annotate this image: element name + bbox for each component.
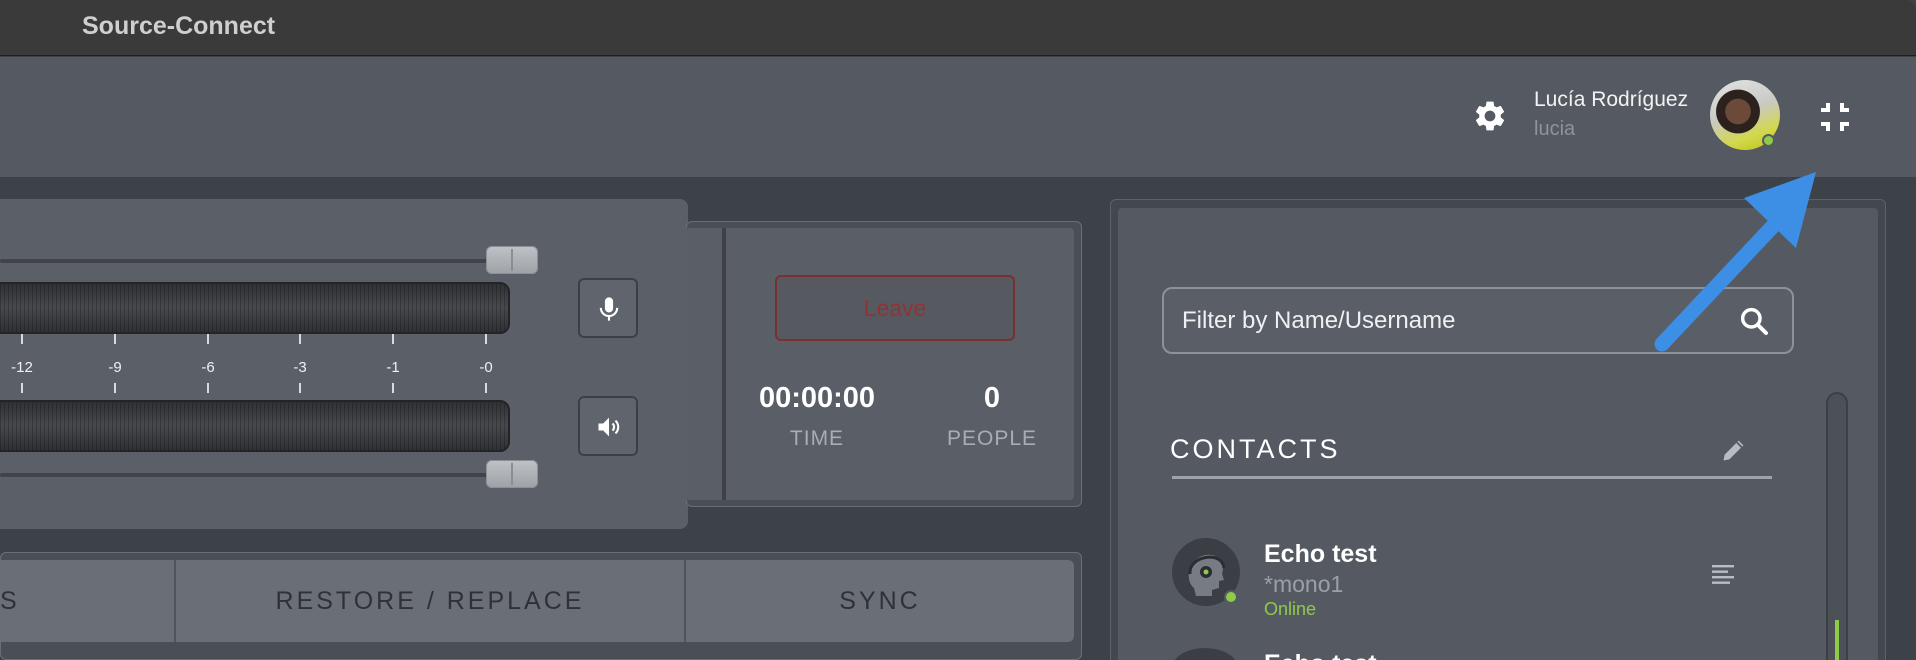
header-bar	[0, 57, 1916, 177]
meter-tick: -1	[373, 334, 413, 393]
tab-sync[interactable]: SYNC	[686, 560, 1074, 642]
app-title: Source-Connect	[82, 12, 276, 40]
meter-tick: -6	[188, 334, 228, 393]
input-level-meter	[0, 282, 510, 334]
speaker-icon	[598, 417, 620, 437]
session-panel-left	[686, 228, 722, 500]
contact-search[interactable]	[1162, 287, 1794, 354]
scrollbar-indicator	[1835, 620, 1839, 660]
output-gain-track[interactable]	[0, 473, 500, 477]
pencil-icon[interactable]	[1720, 436, 1748, 464]
input-gain-slider[interactable]	[486, 246, 538, 274]
online-status-dot	[1762, 134, 1775, 147]
people-count-label: PEOPLE	[946, 427, 1038, 450]
session-stats	[722, 228, 1074, 500]
user-handle: lucia	[1534, 118, 1576, 140]
microphone-button[interactable]	[578, 278, 638, 338]
meter-tick: -0	[466, 334, 506, 393]
exit-fullscreen-icon[interactable]	[1818, 100, 1852, 134]
contacts-heading: CONTACTS	[1170, 434, 1341, 464]
title-bar: Source-Connect	[0, 0, 1916, 56]
details-icon[interactable]	[1710, 562, 1736, 586]
search-icon[interactable]	[1738, 305, 1770, 337]
tab-partial[interactable]: S	[0, 560, 176, 642]
gear-icon[interactable]	[1472, 98, 1508, 134]
user-name: Lucía Rodríguez	[1534, 88, 1689, 111]
contact-username: *mono1	[1264, 571, 1344, 597]
meter-tick: -3	[280, 334, 320, 393]
contact-online-dot	[1224, 590, 1238, 604]
meter-scale: -12 -9 -6 -3 -1 -0	[0, 334, 520, 393]
contact-status: Online	[1264, 599, 1317, 619]
output-gain-slider[interactable]	[486, 460, 538, 488]
meter-tick: -12	[2, 334, 42, 393]
output-level-meter	[0, 400, 510, 452]
meter-tick: -9	[95, 334, 135, 393]
contacts-divider	[1172, 476, 1772, 479]
contact-name: Echo test	[1264, 540, 1377, 568]
tab-bar: S RESTORE / REPLACE SYNC	[0, 560, 1074, 642]
session-time-value: 00:00:00	[758, 382, 876, 414]
input-gain-track[interactable]	[0, 259, 500, 263]
tab-restore-replace[interactable]: RESTORE / REPLACE	[176, 560, 686, 642]
speaker-button[interactable]	[578, 396, 638, 456]
contact-filter-input[interactable]	[1182, 289, 1722, 352]
microphone-icon	[599, 297, 619, 321]
contact-name-partial: Echo test	[1264, 650, 1377, 660]
contact-list-item[interactable]: Echo test *mono1 Online	[1170, 536, 1770, 626]
session-time-label: TIME	[789, 427, 845, 450]
leave-button[interactable]: Leave	[775, 275, 1015, 341]
people-count-value: 0	[983, 382, 1001, 414]
